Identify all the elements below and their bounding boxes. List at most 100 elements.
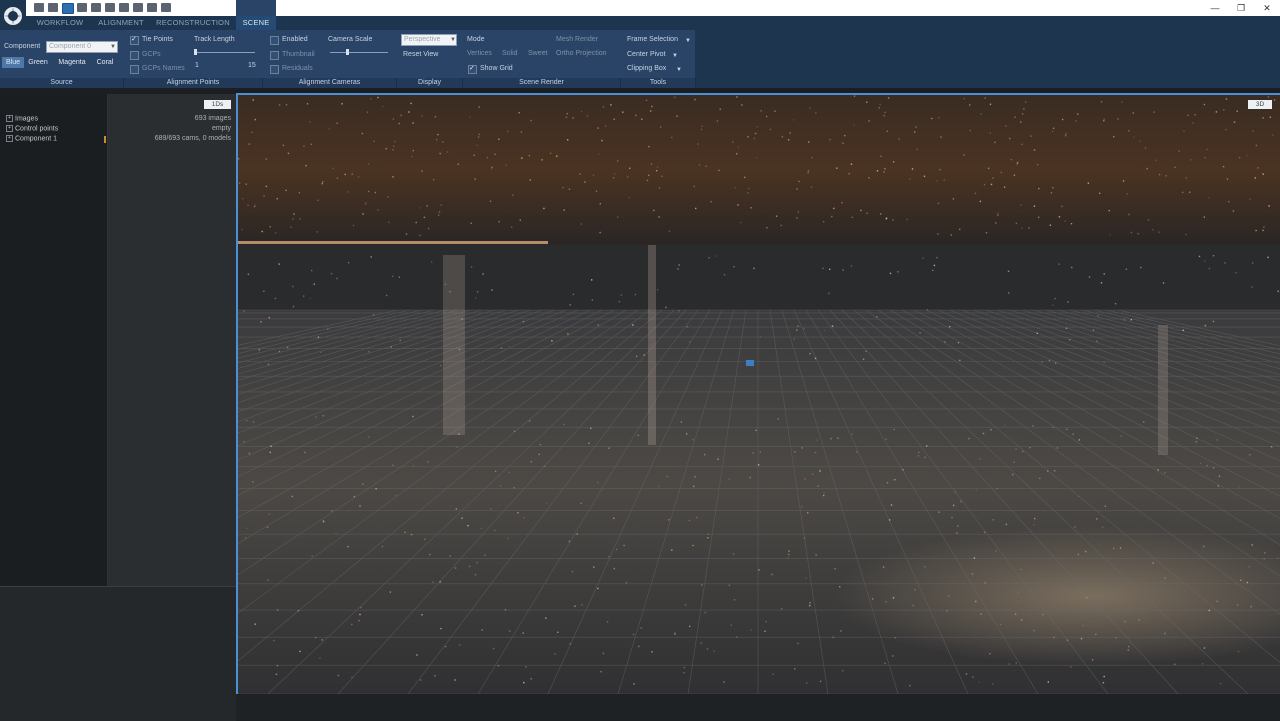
point bbox=[956, 532, 958, 534]
point bbox=[245, 183, 247, 185]
point bbox=[432, 581, 434, 583]
layout-5-icon[interactable] bbox=[91, 3, 101, 12]
point bbox=[298, 192, 301, 194]
track-length-knob[interactable] bbox=[194, 49, 197, 55]
tab-alignment[interactable]: ALIGNMENT bbox=[90, 16, 152, 30]
point bbox=[1195, 441, 1197, 443]
point bbox=[938, 511, 940, 513]
track-length-slider[interactable] bbox=[195, 52, 255, 53]
point bbox=[567, 139, 569, 141]
view-1ds-tag[interactable]: 1Ds bbox=[204, 100, 231, 109]
layout-9-icon[interactable] bbox=[147, 3, 157, 12]
3d-viewport[interactable] bbox=[238, 95, 1280, 694]
gcps-checkbox[interactable] bbox=[130, 51, 139, 60]
point bbox=[597, 324, 599, 326]
point bbox=[892, 161, 895, 163]
clipping-box-button[interactable]: Clipping Box bbox=[627, 65, 666, 72]
layout-4-icon[interactable] bbox=[77, 3, 87, 12]
tree-item-control-points[interactable]: + Control points bbox=[6, 125, 58, 132]
frame-selection-button[interactable]: Frame Selection bbox=[627, 36, 678, 43]
center-pivot-button[interactable]: Center Pivot bbox=[627, 51, 666, 58]
point bbox=[860, 209, 862, 212]
layout-8-icon[interactable] bbox=[133, 3, 143, 12]
camera-marker[interactable] bbox=[746, 360, 754, 366]
gcps-names-checkbox[interactable] bbox=[130, 65, 139, 74]
point bbox=[292, 285, 294, 288]
point bbox=[490, 508, 492, 510]
color-coral-button[interactable]: Coral bbox=[93, 57, 117, 68]
thumbnail-checkbox[interactable] bbox=[270, 51, 279, 60]
point bbox=[434, 675, 436, 677]
point bbox=[884, 168, 886, 170]
projection-select[interactable]: Perspective bbox=[401, 34, 457, 46]
point bbox=[879, 103, 881, 106]
tab-scene[interactable]: SCENE bbox=[236, 16, 276, 30]
point bbox=[511, 226, 513, 228]
point bbox=[1224, 262, 1226, 264]
layout-3-icon[interactable] bbox=[62, 3, 74, 14]
tab-workflow[interactable]: WORKFLOW bbox=[30, 16, 90, 30]
vertices-button[interactable]: Vertices bbox=[467, 50, 492, 57]
close-icon[interactable]: ✕ bbox=[1254, 0, 1280, 16]
color-blue-button[interactable]: Blue bbox=[2, 57, 24, 68]
point bbox=[568, 188, 571, 190]
layout-6-icon[interactable] bbox=[105, 3, 115, 12]
enabled-checkbox[interactable] bbox=[270, 36, 279, 45]
point bbox=[704, 453, 706, 456]
point bbox=[505, 164, 507, 166]
point bbox=[273, 639, 275, 642]
point bbox=[449, 555, 451, 557]
restore-icon[interactable]: ❐ bbox=[1228, 0, 1254, 16]
tab-reconstruction[interactable]: RECONSTRUCTION bbox=[152, 16, 234, 30]
point bbox=[498, 221, 500, 223]
tie-points-checkbox[interactable] bbox=[130, 35, 139, 45]
expand-icon[interactable]: + bbox=[6, 115, 13, 122]
point bbox=[1152, 229, 1154, 231]
residuals-checkbox[interactable] bbox=[270, 65, 279, 74]
solid-button[interactable]: Solid bbox=[502, 50, 518, 57]
tree-item-images[interactable]: + Images bbox=[6, 115, 38, 122]
mesh-render-button[interactable]: Mesh Render bbox=[556, 36, 598, 43]
camera-scale-slider[interactable] bbox=[330, 52, 388, 53]
point bbox=[737, 146, 740, 149]
point bbox=[1064, 220, 1066, 222]
point bbox=[508, 345, 510, 348]
active-quick-tab[interactable] bbox=[236, 0, 276, 16]
point bbox=[831, 325, 834, 327]
layout-1-icon[interactable] bbox=[34, 3, 44, 12]
point bbox=[1206, 148, 1208, 151]
point bbox=[261, 230, 263, 233]
point bbox=[938, 117, 940, 119]
layout-7-icon[interactable] bbox=[119, 3, 129, 12]
sweet-button[interactable]: Sweet bbox=[528, 50, 547, 57]
point bbox=[756, 126, 758, 128]
point bbox=[468, 565, 471, 568]
component-select[interactable]: Component 0 bbox=[46, 41, 118, 53]
expand-icon[interactable]: + bbox=[6, 125, 13, 132]
point bbox=[823, 494, 825, 497]
tree-item-component-1[interactable]: + Component 1 bbox=[6, 135, 57, 142]
point bbox=[309, 297, 311, 300]
point bbox=[992, 177, 994, 179]
color-magenta-button[interactable]: Magenta bbox=[54, 57, 90, 68]
point bbox=[454, 567, 457, 569]
color-green-button[interactable]: Green bbox=[26, 57, 50, 68]
view-3d-tag[interactable]: 3D bbox=[1248, 100, 1272, 109]
expand-icon[interactable]: + bbox=[6, 135, 13, 142]
point bbox=[994, 141, 996, 144]
show-grid-checkbox[interactable] bbox=[468, 64, 477, 74]
point bbox=[1033, 205, 1036, 207]
app-logo[interactable] bbox=[0, 0, 26, 32]
point bbox=[1251, 544, 1253, 546]
point bbox=[677, 268, 679, 270]
layout-10-icon[interactable] bbox=[161, 3, 171, 12]
point bbox=[1185, 177, 1187, 179]
layout-2-icon[interactable] bbox=[48, 3, 58, 12]
component-color-marker bbox=[104, 136, 106, 143]
point bbox=[442, 141, 444, 143]
ortho-projection-button[interactable]: Ortho Projection bbox=[556, 50, 607, 57]
reset-view-button[interactable]: Reset View bbox=[403, 51, 438, 58]
minimize-icon[interactable]: — bbox=[1202, 0, 1228, 16]
point bbox=[805, 577, 807, 579]
camera-scale-knob[interactable] bbox=[346, 49, 349, 55]
